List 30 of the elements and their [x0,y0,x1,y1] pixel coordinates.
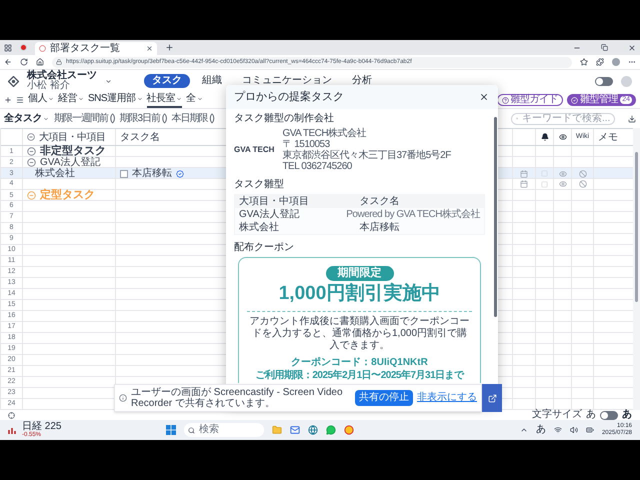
column-header: タスク名 [120,132,160,142]
dialog-title: プロからの提案タスク [234,90,344,105]
coupon-code: クーポンコード：8UIiQ1NKtR [291,356,428,369]
section-heading: タスク雛型 [234,179,285,191]
category-label: GVA法人登記 [239,209,300,220]
tab-title: 部署タスク一覧 [50,42,121,54]
credit-text: Powered by GVA TECH株式会社 [346,209,480,220]
search-placeholder: 検索 [199,425,219,435]
subgroup-label: GVA法人登記 [40,157,100,168]
group-label: 非定型タスク [40,146,106,157]
company-name: 株式会社スーツ [27,71,97,81]
user-name: 小松 裕介 [27,81,71,91]
large-font-glyph: あ [622,410,632,420]
company-detail: GVA TECH株式会社 [282,128,368,139]
company-logo: GVA TECH [234,144,274,156]
small-font-glyph: あ [586,410,596,420]
column-header: タスク名 [360,196,400,207]
task-name: 本店移転 [360,222,400,233]
section-heading: 配布クーポン [234,242,295,254]
font-size-label: 文字サイズ [532,410,582,420]
section-heading: タスク雛型の制作会社 [234,113,335,125]
column-header: メモ [598,132,618,142]
column-header: 大項目・中項目 [239,196,310,207]
category-label: 株式会社 [239,222,280,233]
category-label: 株式会社 [34,168,75,179]
share-message: ユーザーの画面が Screencastify - Screen Video Recorder で共有されています。 [131,387,344,409]
group-label: 定型タスク [40,190,95,201]
stock-name: 日経 225 [22,422,62,432]
limited-badge: 期間限定 [326,266,394,281]
column-header: 大項目・中項目 [39,132,106,142]
